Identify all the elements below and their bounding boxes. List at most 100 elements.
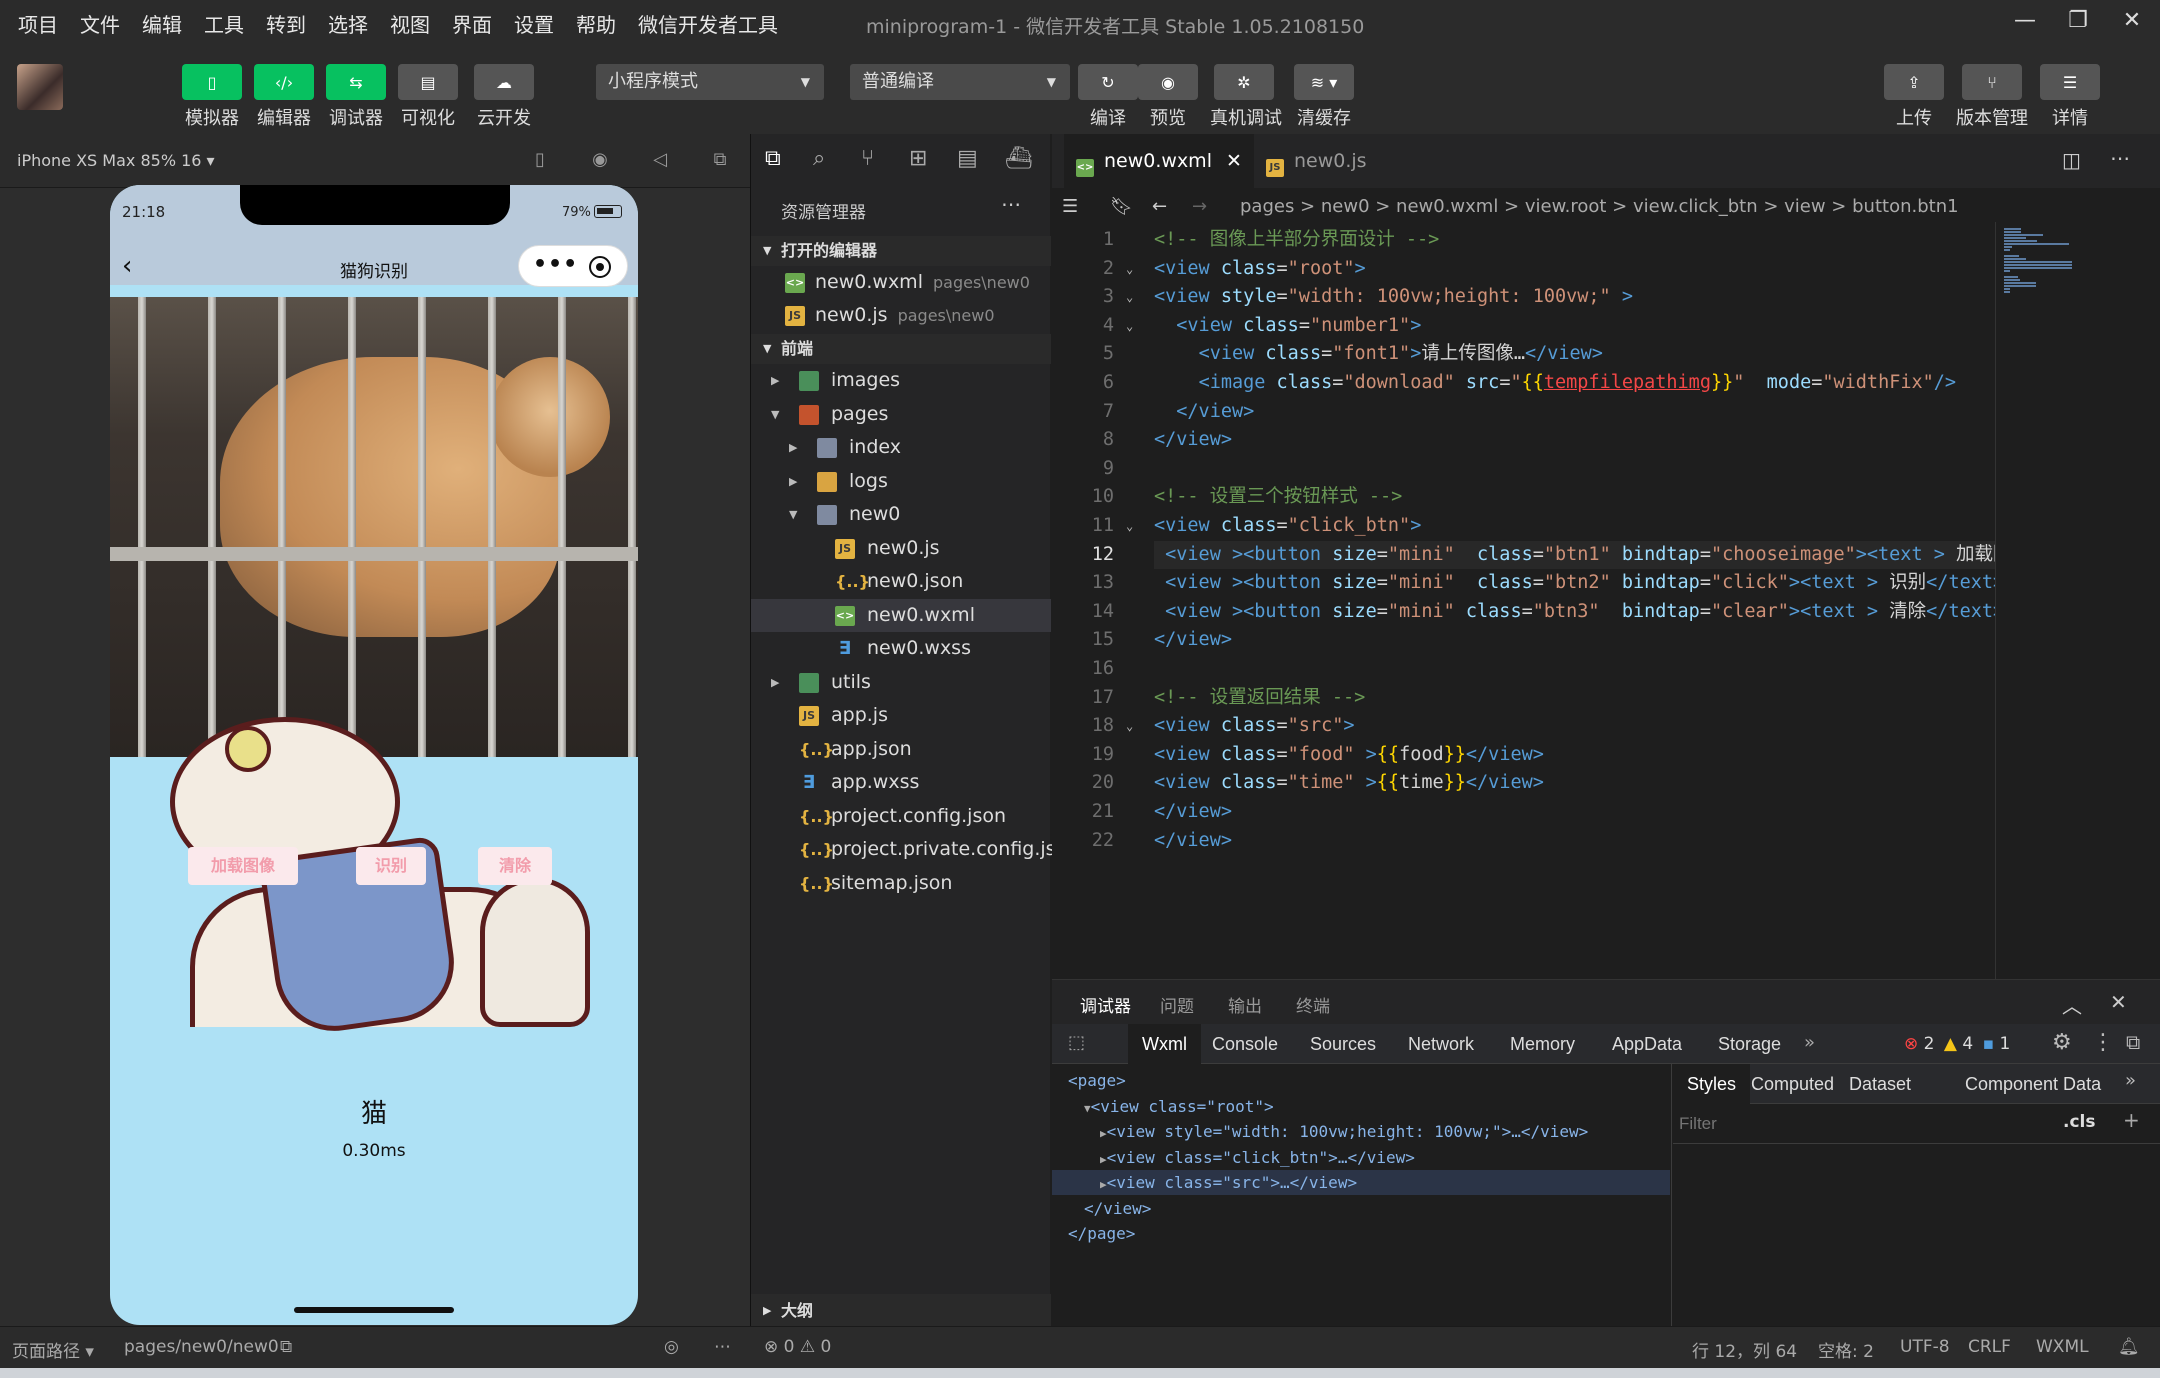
language-mode[interactable]: WXML	[2036, 1337, 2089, 1357]
breadcrumb-path[interactable]: pages > new0 > new0.wxml > view.root > v…	[1240, 188, 1959, 226]
code-line[interactable]: </view>	[1154, 827, 1232, 856]
wxml-node[interactable]: ▶<view style="width: 100vw;height: 100vw…	[1100, 1119, 1588, 1144]
close-tab-icon[interactable]: ✕	[1226, 150, 1242, 172]
open-editors-section[interactable]: ▼ 打开的编辑器	[751, 236, 1051, 266]
menu-item[interactable]: 转到	[266, 9, 306, 38]
code-line[interactable]: <view class="root">	[1154, 255, 1366, 284]
menu-item[interactable]: 工具	[204, 9, 244, 38]
back-icon[interactable]: ←	[1152, 188, 1167, 226]
open-editor-item[interactable]: <> new0.wxml pages\new0	[751, 266, 1051, 299]
popout-icon[interactable]: ⧉	[708, 149, 732, 173]
project-section[interactable]: ▼ 前端	[751, 334, 1051, 364]
more-dots-icon[interactable]: •••	[533, 252, 578, 277]
wxml-node[interactable]: </page>	[1068, 1221, 1135, 1246]
tree-item-logs[interactable]: ▶ logs	[751, 465, 1051, 498]
tree-item-index[interactable]: ▶ index	[751, 431, 1051, 464]
close-capsule-icon[interactable]	[589, 256, 611, 278]
details-button[interactable]: ☰	[2040, 64, 2100, 100]
minimize-button[interactable]: —	[2005, 8, 2045, 38]
close-window-button[interactable]: ✕	[2112, 8, 2152, 38]
forward-icon[interactable]: →	[1192, 188, 1207, 226]
search-icon[interactable]: ⌕	[813, 146, 825, 171]
more-tabs-icon[interactable]: »	[1804, 1032, 1815, 1053]
styles-tab-styles[interactable]: Styles	[1673, 1064, 1751, 1104]
cloud-button[interactable]: ☁	[474, 64, 534, 100]
code-line[interactable]: <view class="click_btn">	[1154, 512, 1421, 541]
tree-item-images[interactable]: ▶ images	[751, 364, 1051, 397]
code-line[interactable]: <view class="font1">请上传图像…</view>	[1154, 340, 1603, 369]
tree-item-sitemap-json[interactable]: {..} sitemap.json	[751, 867, 1051, 900]
tree-item-utils[interactable]: ▶ utils	[751, 666, 1051, 699]
code-line[interactable]: <!-- 图像上半部分界面设计 -->	[1154, 226, 1439, 255]
tree-item-app-json[interactable]: {..} app.json	[751, 733, 1051, 766]
code-line[interactable]: <view class="food" >{{food}}</view>	[1154, 741, 1544, 770]
maximize-button[interactable]: ❐	[2058, 8, 2098, 38]
devtools-tab-memory[interactable]: Memory	[1510, 1024, 1575, 1064]
files-icon[interactable]: ⧉	[765, 146, 781, 171]
tree-item-project-private-config-js-[interactable]: {..} project.private.config.js...	[751, 833, 1074, 866]
fold-chevron-icon[interactable]: ⌄	[1126, 512, 1142, 541]
code-line[interactable]: </view>	[1154, 426, 1232, 455]
version-button[interactable]: ⑂	[1962, 64, 2022, 100]
code-line[interactable]: </view>	[1154, 398, 1254, 427]
fold-chevron-icon[interactable]: ⌄	[1126, 255, 1142, 284]
code-line[interactable]: </view>	[1154, 626, 1232, 655]
compile-button[interactable]: ↻	[1078, 64, 1138, 100]
devtools-tab-storage[interactable]: Storage	[1718, 1024, 1781, 1064]
preview-button[interactable]: ◉	[1138, 64, 1198, 100]
phone-rotate-icon[interactable]: ▯	[528, 149, 552, 173]
compile-mode-select[interactable]: 普通编译 ▼	[850, 64, 1070, 100]
git-icon[interactable]: ⑂	[861, 146, 874, 171]
clear-button[interactable]: 清除	[478, 847, 552, 885]
code-line[interactable]: <!-- 设置返回结果 -->	[1154, 684, 1365, 713]
tab-new0-wxml[interactable]: <> new0.wxml ✕	[1064, 134, 1254, 188]
menu-item[interactable]: 设置	[514, 9, 554, 38]
more-icon[interactable]: ⋯	[1001, 192, 1021, 216]
indentation[interactable]: 空格: 2	[1818, 1337, 1874, 1362]
split-editor-icon[interactable]: ◫	[2062, 148, 2081, 172]
devtools-tab-network[interactable]: Network	[1408, 1024, 1474, 1064]
more-icon[interactable]: ⋯	[2110, 146, 2130, 170]
wxml-node[interactable]: ▼<view class="root">	[1084, 1094, 1274, 1119]
wxml-node[interactable]: ▶<view class="src">…</view>	[1052, 1170, 1670, 1195]
close-panel-icon[interactable]: ✕	[2110, 990, 2127, 1014]
fold-chevron-icon[interactable]: ⌄	[1126, 312, 1142, 341]
code-line[interactable]: <image class="download" src="{{tempfilep…	[1154, 369, 1956, 398]
load-image-button[interactable]: 加载图像	[188, 847, 298, 885]
devtools-tab-console[interactable]: Console	[1212, 1024, 1278, 1064]
cls-toggle[interactable]: .cls	[2063, 1112, 2095, 1132]
code-area[interactable]: 1 <!-- 图像上半部分界面设计 --> 2 ⌄ <view class="root"…	[1052, 226, 2107, 979]
menu-item[interactable]: 项目	[18, 9, 58, 38]
copy-icon[interactable]: ⧉	[280, 1337, 292, 1357]
outline-section[interactable]: ▶ 大纲	[751, 1294, 1051, 1328]
code-line[interactable]: <view ><button size="mini" class="btn3" …	[1154, 598, 2004, 627]
bell-icon[interactable]: 🔔︎	[2118, 1337, 2140, 1357]
docker-icon[interactable]: ⛴	[1005, 146, 1033, 171]
code-line[interactable]: </view>	[1154, 798, 1232, 827]
clear-cache-button[interactable]: ≋ ▾	[1294, 64, 1354, 100]
menu-item[interactable]: 微信开发者工具	[638, 9, 778, 38]
collapse-icon[interactable]: ︿	[2062, 990, 2082, 1019]
avatar[interactable]	[17, 64, 63, 110]
menu-capsule[interactable]: •••	[518, 245, 628, 287]
more-icon[interactable]: ⋯	[714, 1337, 731, 1357]
devtools-tab-wxml[interactable]: Wxml	[1128, 1024, 1201, 1064]
volume-icon[interactable]: ◁	[648, 149, 672, 173]
debug-tab[interactable]: 终端	[1296, 992, 1330, 1017]
record-icon[interactable]: ◉	[588, 149, 612, 173]
device-select[interactable]: iPhone XS Max 85% 16 ▾	[17, 151, 215, 170]
debug-tab[interactable]: 问题	[1160, 992, 1194, 1017]
bookmark-icon[interactable]: 🔖︎	[1110, 188, 1133, 226]
menu-item[interactable]: 文件	[80, 9, 120, 38]
visual-toggle-button[interactable]: ▤	[398, 64, 458, 100]
mode-select[interactable]: 小程序模式 ▼	[596, 64, 824, 100]
menu-item[interactable]: 编辑	[142, 9, 182, 38]
tree-item-app-wxss[interactable]: ∃ app.wxss	[751, 766, 1051, 799]
code-line[interactable]: <!-- 设置三个按钮样式 -->	[1154, 483, 1402, 512]
tree-item-pages[interactable]: ▼ pages	[751, 398, 1051, 431]
tree-item-new0-wxss[interactable]: ∃ new0.wxss	[751, 632, 1051, 665]
outline-icon[interactable]: ▤	[957, 146, 978, 171]
menu-item[interactable]: 帮助	[576, 9, 616, 38]
list-icon[interactable]: ☰	[1062, 188, 1078, 226]
line-ending[interactable]: CRLF	[1968, 1337, 2011, 1357]
